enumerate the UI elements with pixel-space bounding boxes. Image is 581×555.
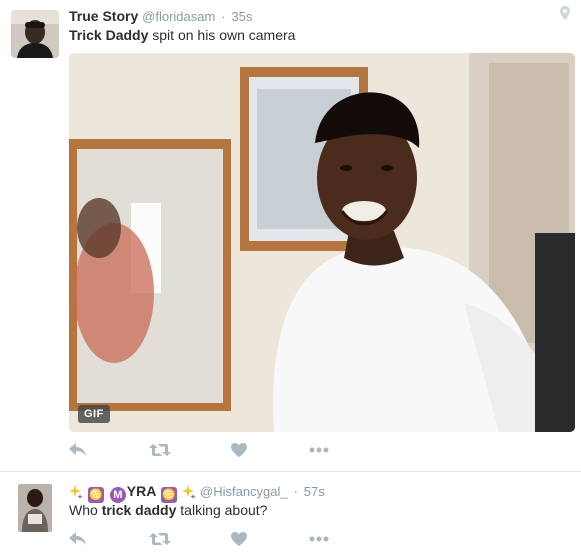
like-button[interactable]: [231, 441, 247, 459]
tweet-text-bold: trick daddy: [101, 502, 177, 518]
tweet-text-pre: Who: [69, 502, 102, 518]
more-icon: [309, 536, 329, 542]
retweet-button[interactable]: [149, 441, 171, 459]
retweet-icon: [149, 533, 171, 545]
tweet-text-bold: Trick Daddy: [69, 27, 149, 43]
retweet-icon: [149, 444, 171, 456]
separator: ·: [221, 9, 226, 24]
timestamp[interactable]: 35s: [231, 9, 252, 24]
tweet-text-post: talking about?: [176, 502, 268, 518]
like-icon: [231, 443, 247, 457]
location-pin-icon[interactable]: [560, 6, 570, 20]
reply-icon: [69, 532, 86, 545]
like-button[interactable]: [231, 530, 247, 548]
more-button[interactable]: [309, 530, 329, 548]
display-name[interactable]: True Story: [69, 8, 138, 24]
tweet[interactable]: ♋ M YRA ♋ @Hisfancygal_ · 57s Who trick d…: [0, 471, 581, 555]
tweet-header: True Story @floridasam · 35s: [69, 7, 252, 26]
avatar[interactable]: [11, 10, 59, 58]
reply-button[interactable]: [69, 441, 87, 459]
gif-media[interactable]: GIF: [69, 53, 575, 432]
tweet[interactable]: True Story @floridasam · 35s Trick Daddy…: [0, 0, 581, 471]
tweet-text: Who trick daddy talking about?: [69, 501, 267, 519]
display-name[interactable]: YRA: [127, 483, 157, 499]
timestamp[interactable]: 57s: [304, 484, 325, 499]
tweet-actions: [69, 530, 369, 550]
username[interactable]: @floridasam: [142, 9, 215, 24]
gif-badge: GIF: [78, 405, 110, 423]
reply-button[interactable]: [69, 530, 87, 548]
like-icon: [231, 532, 247, 546]
reply-icon: [69, 443, 86, 456]
separator: ·: [293, 484, 298, 499]
retweet-button[interactable]: [149, 530, 171, 548]
tweet-header: ♋ M YRA ♋ @Hisfancygal_ · 57s: [69, 482, 325, 503]
more-icon: [309, 447, 329, 453]
avatar[interactable]: [18, 484, 52, 532]
username[interactable]: @Hisfancygal_: [200, 484, 288, 499]
gif-image: [69, 53, 575, 432]
more-button[interactable]: [309, 441, 329, 459]
tweet-text-rest: spit on his own camera: [148, 27, 296, 43]
tweet-text: Trick Daddy spit on his own camera: [69, 26, 295, 44]
tweet-actions: [69, 441, 369, 461]
